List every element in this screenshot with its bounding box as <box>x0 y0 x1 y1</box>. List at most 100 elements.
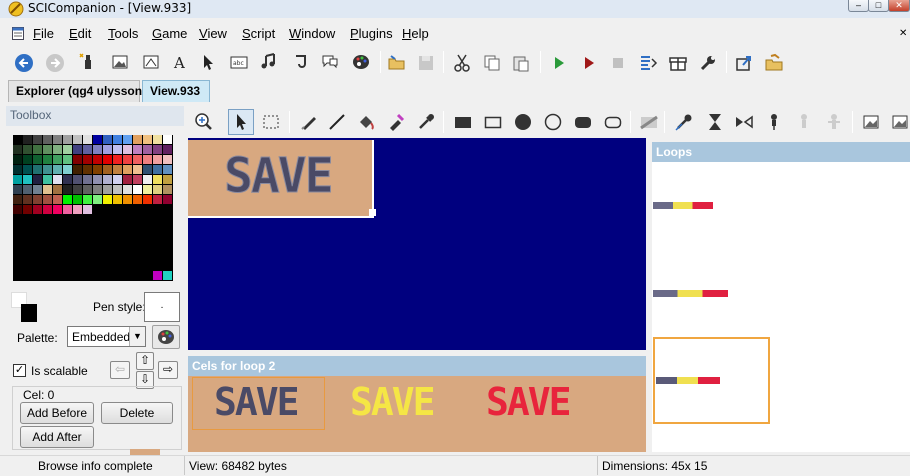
palette-swatch[interactable] <box>43 175 52 184</box>
palette-swatch[interactable] <box>63 135 72 144</box>
open-folder-icon[interactable] <box>387 53 407 73</box>
game-folder-icon[interactable] <box>764 53 784 73</box>
palette-swatch[interactable] <box>103 175 112 184</box>
paste-icon[interactable] <box>511 53 531 73</box>
tab-view-933[interactable]: View.933 <box>142 80 210 102</box>
palette-swatch[interactable] <box>93 185 102 194</box>
palette-swatch[interactable] <box>143 175 152 184</box>
move-up-button[interactable]: ⇧ <box>136 352 154 370</box>
palette-swatch[interactable] <box>163 135 172 144</box>
palette-swatch[interactable] <box>33 205 42 214</box>
palette-swatch[interactable] <box>93 205 102 214</box>
export-image-icon[interactable] <box>890 112 910 132</box>
pointer-tool-icon[interactable] <box>228 109 254 135</box>
pen-style-box[interactable]: . <box>144 292 180 322</box>
palette-swatch[interactable] <box>93 175 102 184</box>
fill-tool-icon[interactable] <box>356 112 376 132</box>
new-message-icon[interactable] <box>320 52 340 72</box>
new-font-icon[interactable]: A <box>170 52 190 72</box>
move-left-button[interactable]: ⇦ <box>110 361 130 379</box>
palette-swatch[interactable] <box>103 145 112 154</box>
pen-tool-icon[interactable] <box>299 112 319 132</box>
palette-swatch[interactable] <box>153 155 162 164</box>
new-cursor-icon[interactable] <box>198 52 218 72</box>
palette-swatch[interactable] <box>73 185 82 194</box>
transparent-color-icon[interactable] <box>674 112 694 132</box>
export-icon[interactable] <box>734 53 754 73</box>
palette-swatch[interactable] <box>53 135 62 144</box>
palette-swatch[interactable] <box>13 185 22 194</box>
palette-swatch[interactable] <box>143 165 152 174</box>
animate-icon[interactable] <box>705 112 725 132</box>
palette-swatch[interactable] <box>83 165 92 174</box>
palette-edit-button[interactable] <box>152 325 180 349</box>
palette-swatch[interactable] <box>133 205 142 214</box>
palette-swatch[interactable] <box>13 195 22 204</box>
palette-swatch[interactable] <box>53 205 62 214</box>
palette-swatch[interactable] <box>113 155 122 164</box>
dither-icon[interactable] <box>639 112 659 132</box>
filled-rounded-rect-icon[interactable] <box>573 112 593 132</box>
palette-swatch[interactable] <box>13 135 22 144</box>
new-pic-icon[interactable] <box>110 52 130 72</box>
palette-swatch[interactable] <box>43 185 52 194</box>
palette-swatch[interactable] <box>83 175 92 184</box>
palette-swatch[interactable] <box>63 195 72 204</box>
palette-swatch[interactable] <box>63 205 72 214</box>
filled-rect-icon[interactable] <box>453 112 473 132</box>
menu-window[interactable]: Window <box>289 26 335 41</box>
rect-outline-icon[interactable] <box>483 112 503 132</box>
palette-swatch[interactable] <box>33 135 42 144</box>
loop-1-strip[interactable] <box>653 290 728 297</box>
menu-view[interactable]: View <box>199 26 227 41</box>
palette-swatch[interactable] <box>133 135 142 144</box>
settings-wrench-icon[interactable] <box>698 53 718 73</box>
new-text-icon[interactable]: abc <box>229 52 249 72</box>
palette-swatch[interactable] <box>73 145 82 154</box>
cel-2[interactable]: SAVE <box>484 384 584 420</box>
palette-swatch[interactable] <box>123 165 132 174</box>
menu-game[interactable]: Game <box>152 26 187 41</box>
palette-swatch[interactable] <box>93 135 102 144</box>
palette-swatch[interactable] <box>83 155 92 164</box>
palette-swatch[interactable] <box>133 155 142 164</box>
eyedropper-icon[interactable] <box>416 112 436 132</box>
palette-swatch[interactable] <box>53 185 62 194</box>
palette-swatch[interactable] <box>23 135 32 144</box>
palette-swatch[interactable] <box>33 175 42 184</box>
palette-swatch[interactable] <box>83 195 92 204</box>
import-image-icon[interactable] <box>861 112 881 132</box>
palette-swatch[interactable] <box>153 145 162 154</box>
palette-swatch[interactable] <box>113 175 122 184</box>
palette-swatch[interactable] <box>23 145 32 154</box>
zoom-icon[interactable] <box>194 112 214 132</box>
menu-plugins[interactable]: Plugins <box>350 26 393 41</box>
palette-swatch[interactable] <box>23 165 32 174</box>
palette-swatch[interactable] <box>113 205 122 214</box>
palette-swatch[interactable] <box>73 195 82 204</box>
palette-swatch[interactable] <box>133 145 142 154</box>
palette-select[interactable]: Embedded ▼ <box>67 326 146 347</box>
palette-swatch[interactable] <box>73 175 82 184</box>
palette-swatch[interactable] <box>153 175 162 184</box>
palette-swatch[interactable] <box>143 135 152 144</box>
resize-handle[interactable] <box>369 209 376 216</box>
palette-swatch[interactable] <box>133 175 142 184</box>
palette-swatch[interactable] <box>163 165 172 174</box>
palette-swatch[interactable] <box>113 145 122 154</box>
palette-swatch[interactable] <box>83 205 92 214</box>
palette-swatch[interactable] <box>53 165 62 174</box>
palette-swatch[interactable] <box>93 165 102 174</box>
palette-swatch[interactable] <box>63 175 72 184</box>
palette-swatch[interactable] <box>13 155 22 164</box>
selected-swatch[interactable] <box>163 271 172 280</box>
move-right-button[interactable]: ⇨ <box>158 361 178 379</box>
palette-swatch[interactable] <box>153 135 162 144</box>
new-patch-icon[interactable] <box>290 52 310 72</box>
palette-swatch[interactable] <box>123 175 132 184</box>
back-icon[interactable] <box>14 53 34 73</box>
palette-swatch[interactable] <box>93 195 102 204</box>
palette-swatch[interactable] <box>133 165 142 174</box>
palette-swatch[interactable] <box>143 205 152 214</box>
palette-swatch[interactable] <box>83 185 92 194</box>
